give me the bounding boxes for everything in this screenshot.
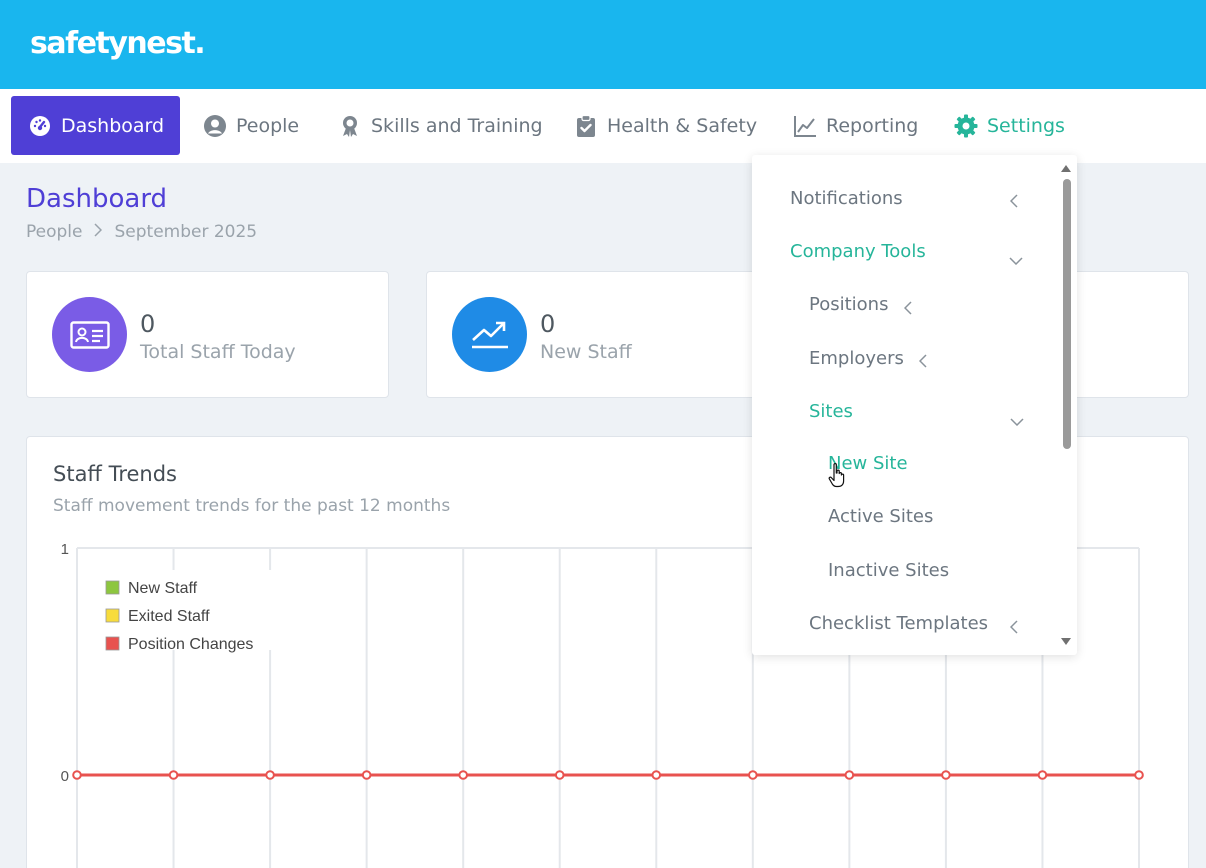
hand-pointer-cursor-icon — [828, 462, 846, 492]
chevron-left-icon — [1009, 193, 1018, 212]
page-title: Dashboard — [26, 184, 168, 214]
clipboard-check-icon — [574, 114, 598, 138]
menu-label-employers: Employers — [809, 348, 904, 369]
menu-item-employers[interactable]: Employers — [809, 348, 904, 369]
y-tick-label: 1 — [61, 541, 69, 558]
menu-label-company-tools: Company Tools — [790, 241, 926, 262]
scroll-down-arrow-icon — [1061, 638, 1071, 645]
menu-item-company-tools[interactable]: Company Tools — [790, 241, 926, 262]
chevron-down-icon — [1010, 411, 1024, 430]
scroll-up-arrow-icon — [1061, 165, 1071, 172]
nav-reporting[interactable]: Reporting — [793, 96, 918, 155]
data-point — [458, 770, 468, 780]
breadcrumb-period: September 2025 — [114, 222, 258, 242]
total-staff-label: Total Staff Today — [140, 341, 296, 363]
legend-label: New Staff — [128, 580, 198, 597]
nav-reporting-label: Reporting — [826, 114, 919, 137]
chevron-down-icon — [1009, 250, 1023, 269]
data-point — [651, 770, 662, 780]
top-header-bar: safetynest. — [0, 0, 1206, 89]
data-point — [1037, 770, 1048, 780]
breadcrumb-people[interactable]: People — [26, 222, 82, 242]
menu-label-sites: Sites — [809, 401, 853, 422]
data-point — [941, 770, 951, 780]
legend-label: Position Changes — [128, 636, 253, 653]
chevron-left-icon — [918, 353, 927, 372]
data-point — [168, 770, 179, 780]
legend-swatch — [105, 608, 120, 623]
menu-label-active-sites: Active Sites — [828, 506, 934, 527]
menu-label-inactive-sites: Inactive Sites — [828, 560, 950, 581]
legend-label: Exited Staff — [128, 608, 210, 625]
menu-label-positions: Positions — [809, 294, 889, 315]
menu-item-checklist-templates[interactable]: Checklist Templates — [809, 613, 988, 634]
chevron-left-icon — [903, 300, 912, 319]
award-ribbon-icon — [338, 114, 362, 138]
id-card-icon — [52, 297, 127, 372]
menu-item-positions[interactable]: Positions — [809, 294, 888, 315]
menu-label-checklist-templates: Checklist Templates — [809, 613, 989, 634]
data-point — [748, 770, 758, 780]
nav-dashboard-label: Dashboard — [61, 114, 165, 137]
nav-people[interactable]: People — [203, 96, 299, 155]
settings-dropdown-menu: Notifications Company Tools Positions Em… — [752, 155, 1077, 655]
menu-item-active-sites[interactable]: Active Sites — [828, 506, 933, 527]
legend-swatch — [105, 580, 120, 595]
new-staff-value: 0 — [540, 310, 556, 338]
scrollbar-thumb[interactable] — [1063, 179, 1071, 449]
data-point — [554, 770, 565, 780]
legend-swatch — [105, 636, 120, 651]
gear-icon — [954, 114, 978, 138]
menu-label-notifications: Notifications — [790, 188, 903, 209]
chevron-left-icon — [1009, 619, 1018, 638]
nav-settings[interactable]: Settings — [954, 96, 1065, 155]
stat-card-total-staff: 0 Total Staff Today — [26, 271, 389, 398]
dashboard-gauge-icon — [28, 114, 52, 138]
data-point — [844, 770, 855, 780]
main-navigation: Dashboard People Skills and Training Hea… — [0, 89, 1206, 163]
user-circle-icon — [203, 114, 227, 138]
total-staff-value: 0 — [140, 310, 156, 338]
nav-health-label: Health & Safety — [607, 114, 758, 137]
data-point — [1134, 770, 1144, 780]
y-tick-label: 0 — [61, 768, 69, 785]
new-staff-label: New Staff — [540, 341, 632, 363]
menu-item-notifications[interactable]: Notifications — [790, 188, 903, 209]
nav-settings-label: Settings — [987, 114, 1065, 137]
nav-skills-label: Skills and Training — [371, 114, 543, 137]
line-chart-icon — [793, 114, 817, 138]
data-point — [361, 770, 372, 780]
breadcrumb: People September 2025 — [26, 222, 257, 242]
data-point — [265, 770, 275, 780]
menu-item-inactive-sites[interactable]: Inactive Sites — [828, 560, 949, 581]
trending-up-icon — [452, 297, 527, 372]
breadcrumb-chevron-icon — [94, 222, 103, 242]
menu-item-sites[interactable]: Sites — [809, 401, 853, 422]
data-point — [72, 770, 82, 780]
nav-skills-and-training[interactable]: Skills and Training — [338, 96, 543, 155]
nav-health-and-safety[interactable]: Health & Safety — [574, 96, 757, 155]
nav-people-label: People — [236, 114, 300, 137]
nav-dashboard[interactable]: Dashboard — [11, 96, 181, 155]
safetynest-logo[interactable]: safetynest. — [30, 26, 206, 61]
